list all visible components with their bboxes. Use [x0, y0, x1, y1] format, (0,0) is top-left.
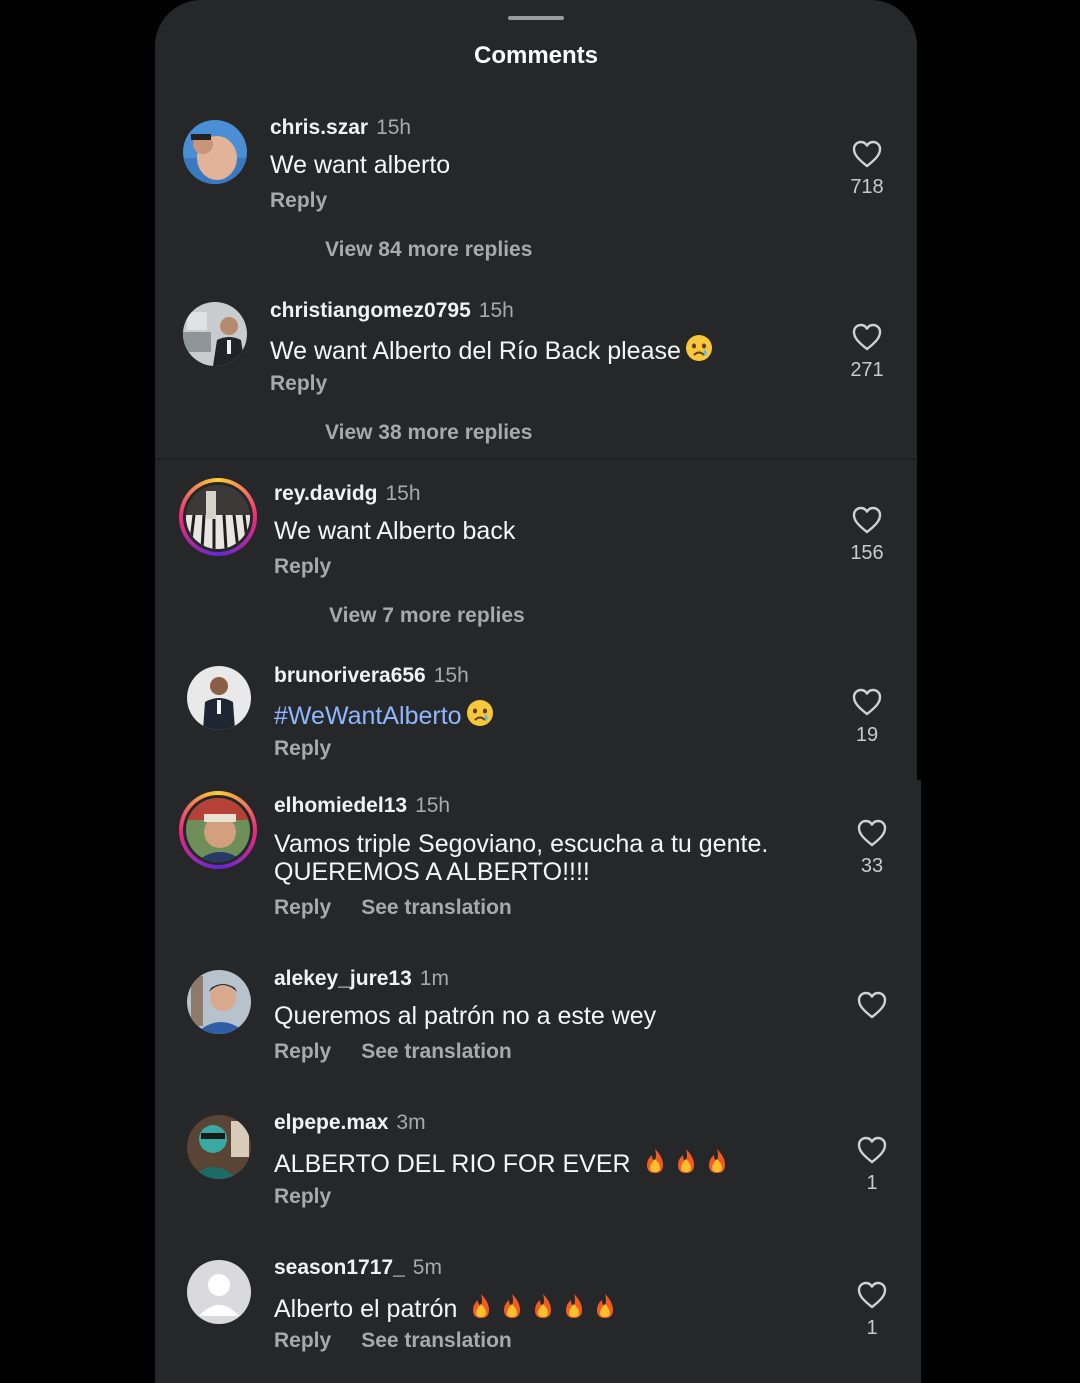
see-translation-button[interactable]: See translation [361, 1329, 512, 1352]
avatar[interactable] [183, 120, 247, 184]
view-replies-button[interactable]: View 84 more replies [325, 236, 532, 264]
comment-timestamp: 3m [396, 1111, 426, 1134]
like-button[interactable]: 156 [842, 506, 892, 566]
comment-timestamp: 15h [376, 116, 412, 139]
like-count: 271 [850, 359, 884, 381]
comment-username[interactable]: chris.szar [270, 116, 368, 139]
like-button[interactable]: 19 [842, 688, 892, 748]
comment-text-line-2: QUEREMOS A ALBERTO!!!! [274, 858, 590, 886]
sheet-drag-handle[interactable] [508, 16, 564, 20]
like-count: 718 [850, 176, 884, 198]
heart-outline-icon [852, 506, 882, 534]
comment-text: We want Alberto del Río Back please [270, 334, 713, 368]
reply-button[interactable]: Reply [274, 1040, 331, 1063]
avatar[interactable] [186, 798, 250, 862]
like-count: 156 [850, 542, 884, 564]
avatar[interactable] [183, 302, 247, 366]
heart-outline-icon [857, 819, 887, 847]
heart-outline-icon [857, 991, 887, 1019]
comment-username[interactable]: brunorivera656 [274, 664, 426, 687]
see-translation-button[interactable]: See translation [361, 1040, 512, 1063]
like-count: 33 [860, 855, 884, 877]
like-count: 1 [866, 1317, 878, 1339]
comment-timestamp: 15h [385, 482, 421, 505]
like-count: 19 [855, 724, 879, 746]
comment-text: Queremos al patrón no a este wey [274, 1002, 657, 1030]
like-button[interactable] [847, 991, 897, 1019]
reply-button[interactable]: Reply [274, 555, 331, 578]
comment-username[interactable]: elpepe.max [274, 1111, 388, 1134]
fire-emoji [642, 1147, 734, 1181]
sheet-title: Comments [473, 42, 599, 69]
reply-button[interactable]: Reply [270, 372, 327, 395]
reply-button[interactable]: Reply [274, 896, 331, 919]
like-button[interactable]: 271 [842, 323, 892, 383]
hashtag-link[interactable]: #WeWantAlberto [274, 702, 462, 730]
comment-text: We want Alberto back [274, 517, 516, 545]
comment-timestamp: 1m [419, 967, 449, 990]
comment-username[interactable]: christiangomez0795 [270, 299, 471, 322]
avatar[interactable] [186, 485, 250, 549]
avatar[interactable] [187, 666, 251, 730]
heart-outline-icon [852, 688, 882, 716]
like-count: 1 [866, 1172, 878, 1194]
comment-text-line-1: Vamos triple Segoviano, escucha a tu gen… [274, 830, 769, 858]
comment-username[interactable]: elhomiedel13 [274, 794, 407, 817]
comment-timestamp: 15h [478, 299, 514, 322]
comment-username[interactable]: alekey_jure13 [274, 967, 412, 990]
view-replies-button[interactable]: View 7 more replies [329, 602, 525, 630]
story-ring[interactable] [179, 478, 257, 556]
heart-outline-icon [852, 323, 882, 351]
avatar[interactable] [187, 1260, 251, 1324]
like-button[interactable]: 1 [847, 1281, 897, 1341]
crying-face-emoji [685, 334, 713, 368]
comment-timestamp: 15h [415, 794, 451, 817]
comment-text: #WeWantAlberto [274, 699, 494, 733]
reply-button[interactable]: Reply [274, 737, 331, 760]
like-button[interactable]: 718 [842, 140, 892, 200]
comment-text: We want alberto [270, 151, 451, 179]
divider [155, 458, 917, 460]
comment-username[interactable]: rey.davidg [274, 482, 377, 505]
comment-username[interactable]: season1717_ [274, 1256, 405, 1279]
avatar[interactable] [187, 970, 251, 1034]
story-ring[interactable] [179, 791, 257, 869]
heart-outline-icon [857, 1281, 887, 1309]
like-button[interactable]: 33 [847, 819, 897, 879]
comment-timestamp: 15h [433, 664, 469, 687]
comment-text: ALBERTO DEL RIO FOR EVER [274, 1147, 734, 1181]
comment-timestamp: 5m [412, 1256, 442, 1279]
heart-outline-icon [857, 1136, 887, 1164]
crying-face-emoji [466, 699, 494, 733]
avatar[interactable] [187, 1115, 251, 1179]
comment-text: Alberto el patrón [274, 1292, 623, 1326]
view-replies-button[interactable]: View 38 more replies [325, 419, 532, 447]
reply-button[interactable]: Reply [274, 1329, 331, 1352]
heart-outline-icon [852, 140, 882, 168]
like-button[interactable]: 1 [847, 1136, 897, 1196]
reply-button[interactable]: Reply [270, 189, 327, 212]
reply-button[interactable]: Reply [274, 1185, 331, 1208]
see-translation-button[interactable]: See translation [361, 896, 512, 919]
default-user-icon [187, 1260, 251, 1324]
fire-emoji [468, 1292, 623, 1326]
